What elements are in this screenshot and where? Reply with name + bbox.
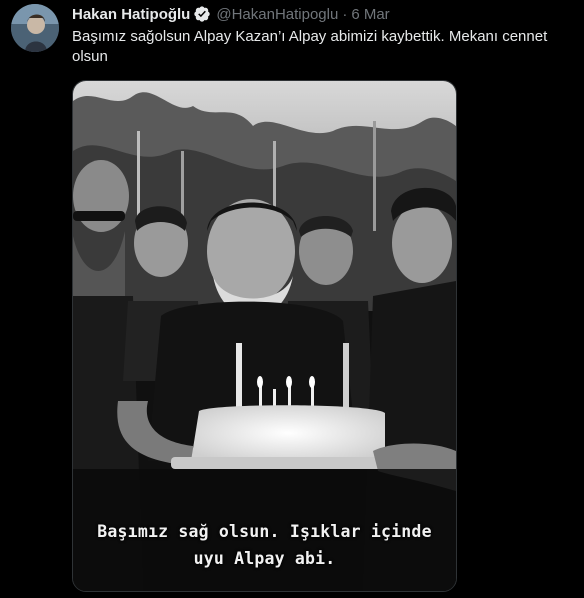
verified-badge-icon	[193, 5, 211, 23]
avatar-image	[11, 4, 59, 52]
tweet[interactable]: Hakan Hatipoğlu @HakanHatipoglu · 6 Mar …	[0, 0, 584, 598]
tweet-date[interactable]: 6 Mar	[351, 6, 389, 23]
tweet-media-photo[interactable]: Başımız sağ olsun. Işıklar içinde uyu Al…	[72, 80, 457, 592]
tweet-header: Hakan Hatipoğlu @HakanHatipoglu · 6 Mar	[72, 4, 390, 24]
tweet-text: Başımız sağolsun Alpay Kazan’ı Alpay abi…	[72, 28, 548, 65]
author-name[interactable]: Hakan Hatipoğlu	[72, 6, 190, 23]
photo-caption-line2: uyu Alpay abi.	[193, 549, 336, 568]
photo-caption-line1: Başımız sağ olsun. Işıklar içinde	[97, 522, 432, 541]
separator-dot: ·	[342, 5, 348, 23]
author-avatar[interactable]	[11, 4, 59, 52]
author-handle[interactable]: @HakanHatipoglu	[216, 6, 338, 23]
photo-image	[73, 81, 456, 591]
